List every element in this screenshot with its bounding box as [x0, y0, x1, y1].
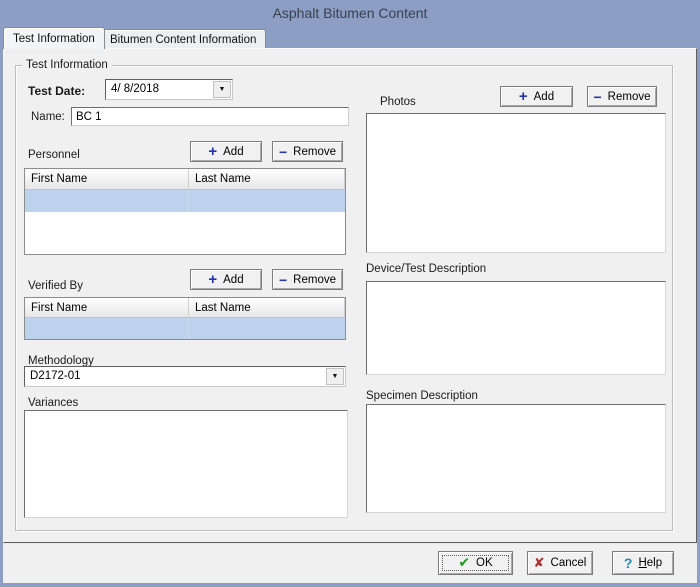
verified-by-selected-row[interactable] [25, 318, 345, 339]
personnel-column-last-name: Last Name [189, 169, 345, 190]
device-description-label: Device/Test Description [366, 263, 487, 275]
personnel-table-header: First Name Last Name [25, 169, 345, 190]
photos-remove-label: Remove [607, 90, 651, 103]
photos-listbox[interactable] [366, 113, 666, 253]
x-icon: ✘ [533, 555, 545, 571]
methodology-combobox[interactable]: D2172-01 ▼ [24, 366, 346, 387]
check-icon: ✔ [458, 555, 471, 571]
personnel-remove-button[interactable]: − Remove [272, 141, 343, 162]
cancel-label: Cancel [550, 557, 587, 569]
verified-by-add-button[interactable]: + Add [190, 269, 262, 290]
help-button[interactable]: ? Help [612, 551, 674, 575]
specimen-description-label: Specimen Description [366, 390, 478, 402]
photos-add-button[interactable]: + Add [500, 86, 573, 107]
help-label: Help [638, 557, 663, 569]
minus-icon: − [278, 271, 288, 288]
verified-by-remove-button[interactable]: − Remove [272, 269, 343, 290]
verified-by-remove-label: Remove [293, 273, 336, 286]
test-date-value: 4/ 8/2018 [111, 83, 159, 95]
verified-by-cell-last-name[interactable] [189, 318, 345, 339]
verified-by-table[interactable]: First Name Last Name [24, 297, 346, 340]
name-label: Name: [31, 111, 65, 123]
test-date-dropdown-button[interactable]: ▼ [213, 81, 231, 98]
verified-by-cell-first-name[interactable] [25, 318, 189, 339]
photos-label: Photos [380, 96, 416, 108]
cancel-button[interactable]: ✘ Cancel [527, 551, 593, 575]
personnel-add-label: Add [223, 145, 244, 158]
verified-by-column-first-name: First Name [25, 298, 189, 318]
personnel-label: Personnel [28, 149, 80, 161]
personnel-column-first-name: First Name [25, 169, 189, 190]
photos-remove-button[interactable]: − Remove [587, 86, 657, 107]
device-description-textarea[interactable] [366, 281, 666, 375]
personnel-cell-first-name[interactable] [25, 190, 189, 212]
variances-label: Variances [28, 397, 79, 409]
personnel-cell-last-name[interactable] [189, 190, 345, 212]
verified-by-add-label: Add [223, 273, 244, 286]
specimen-description-textarea[interactable] [366, 404, 666, 513]
test-date-label: Test Date: [28, 84, 86, 98]
minus-icon: − [593, 88, 602, 105]
group-title: Test Information [22, 59, 112, 71]
plus-icon: + [208, 143, 218, 160]
personnel-table[interactable]: First Name Last Name [24, 168, 346, 255]
tab-bitumen-content-information[interactable]: Bitumen Content Information [100, 29, 267, 49]
methodology-dropdown-button[interactable]: ▼ [326, 368, 344, 385]
chevron-down-icon: ▼ [331, 373, 339, 380]
plus-icon: + [208, 271, 218, 288]
question-mark-icon: ? [623, 555, 633, 571]
plus-icon: + [518, 88, 528, 105]
personnel-add-button[interactable]: + Add [190, 141, 262, 162]
variances-textarea[interactable] [24, 410, 348, 518]
personnel-selected-row[interactable] [25, 190, 345, 212]
test-date-combobox[interactable]: 4/ 8/2018 ▼ [105, 79, 233, 100]
methodology-value: D2172-01 [30, 370, 81, 382]
ok-label: OK [476, 557, 493, 569]
window-title: Asphalt Bitumen Content [272, 5, 428, 21]
tab-test-information[interactable]: Test Information [3, 27, 105, 49]
photos-add-label: Add [533, 90, 555, 103]
verified-by-column-last-name: Last Name [189, 298, 345, 318]
verified-by-table-header: First Name Last Name [25, 298, 345, 318]
minus-icon: − [278, 143, 288, 160]
chevron-down-icon: ▼ [218, 86, 226, 93]
personnel-remove-label: Remove [293, 145, 336, 158]
dialog-window: Asphalt Bitumen Content Test Information… [0, 0, 700, 587]
ok-button[interactable]: ✔ OK [438, 551, 513, 575]
name-input[interactable] [71, 107, 349, 126]
verified-by-label: Verified By [28, 280, 83, 292]
